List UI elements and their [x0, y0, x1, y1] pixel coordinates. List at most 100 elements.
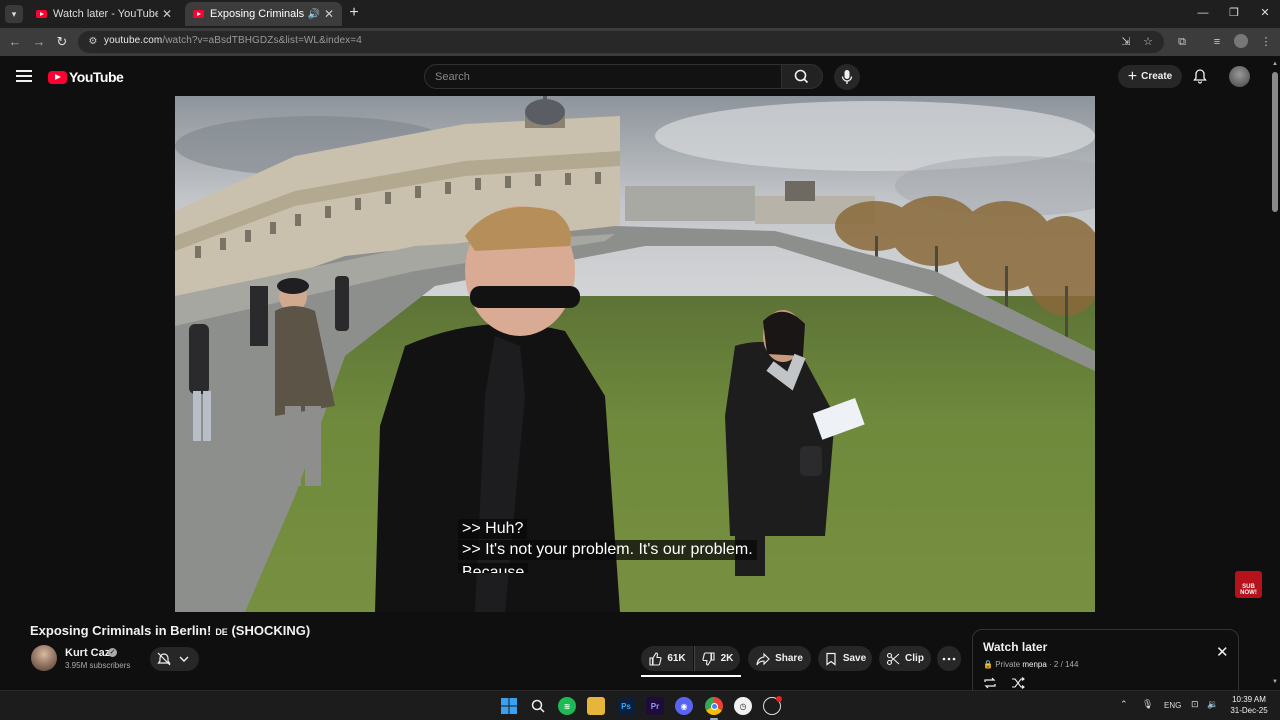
save-label: Save: [842, 653, 867, 664]
notification-dot: [776, 696, 782, 702]
microphone-tray-icon[interactable]: 🎙: [1142, 699, 1153, 710]
share-label: Share: [775, 653, 803, 664]
scroll-up-icon[interactable]: ▲: [1272, 61, 1278, 67]
verified-check-icon: ✓: [108, 648, 117, 657]
scrollbar-thumb[interactable]: [1272, 72, 1278, 212]
subscriber-count: 3.95M subscribers: [65, 661, 131, 670]
loop-icon[interactable]: [983, 677, 997, 689]
browser-tab-strip: ▾ Watch later - YouTube ✕ Exposing Crimi…: [0, 0, 1280, 28]
close-window-button[interactable]: ✕: [1250, 4, 1280, 22]
save-button[interactable]: Save: [818, 646, 872, 671]
dislike-button[interactable]: 2K: [694, 646, 740, 671]
bookmark-star-icon[interactable]: ☆: [1141, 35, 1155, 49]
create-button[interactable]: + Create: [1118, 65, 1182, 88]
guide-menu-icon[interactable]: [16, 70, 32, 82]
extensions-icon[interactable]: ⧉: [1174, 34, 1190, 50]
thumbs-up-icon: [649, 651, 662, 666]
chrome-icon[interactable]: [705, 697, 723, 715]
more-horizontal-icon: [942, 657, 956, 660]
video-player[interactable]: >> Huh? >> It's not your problem. It's o…: [175, 96, 1095, 612]
discord-icon[interactable]: ◉: [675, 697, 693, 715]
plus-icon: +: [1127, 67, 1138, 85]
clock-time: 10:39 AM: [1232, 695, 1266, 704]
youtube-logo[interactable]: YouTube: [48, 69, 124, 85]
playlist-title[interactable]: Watch later: [983, 640, 1047, 654]
playlist-position: 2 / 144: [1053, 660, 1079, 669]
spotify-icon[interactable]: ≋: [558, 697, 576, 715]
install-app-icon[interactable]: ⇲: [1119, 35, 1133, 49]
channel-avatar[interactable]: [31, 645, 57, 671]
volume-icon[interactable]: 🔉: [1207, 699, 1218, 710]
playlist-panel: Watch later 🔒 Private menpa · 2 / 144 ✕: [972, 629, 1239, 691]
voice-search-button[interactable]: [834, 64, 860, 90]
shuffle-icon[interactable]: [1011, 677, 1025, 689]
browser-menu-icon[interactable]: ⋮: [1258, 34, 1274, 50]
caption-line: >> Huh?: [458, 519, 528, 539]
title-flag: DE: [215, 627, 228, 637]
clip-button[interactable]: Clip: [879, 646, 931, 671]
audio-playing-icon[interactable]: 🔊: [307, 9, 319, 20]
search-input[interactable]: [435, 68, 765, 86]
page-scrollbar[interactable]: ▲ ▼: [1270, 60, 1280, 690]
share-button[interactable]: Share: [748, 646, 811, 671]
lock-icon: 🔒: [983, 660, 993, 669]
browser-toolbar: ← → ↻ ⚙ youtube.com/watch?v=aBsdTBHGDZs&…: [0, 28, 1280, 56]
search-button[interactable]: [781, 64, 823, 89]
search-icon: [794, 69, 809, 84]
close-tab-icon[interactable]: ✕: [162, 7, 172, 21]
clock-date: 31-Dec-25: [1230, 706, 1268, 715]
address-bar[interactable]: ⚙ youtube.com/watch?v=aBsdTBHGDZs&list=W…: [78, 31, 1164, 53]
system-clock[interactable]: 10:39 AM 31-Dec-25: [1224, 694, 1274, 716]
scroll-down-icon[interactable]: ▼: [1272, 679, 1278, 685]
forward-button[interactable]: →: [30, 33, 48, 51]
back-button[interactable]: ←: [6, 33, 24, 51]
photoshop-icon[interactable]: Ps: [617, 697, 635, 715]
input-language[interactable]: ENG: [1164, 701, 1181, 710]
video-captions: >> Huh? >> It's not your problem. It's o…: [458, 519, 798, 579]
video-title: Exposing Criminals in Berlin! DE (SHOCKIN…: [30, 623, 311, 638]
clip-label: Clip: [905, 653, 924, 664]
clock-app-icon[interactable]: ◷: [734, 697, 752, 715]
microphone-icon: [841, 70, 853, 84]
network-icon[interactable]: ⊡: [1191, 699, 1199, 710]
close-tab-icon[interactable]: ✕: [324, 7, 334, 21]
show-hidden-icons-icon[interactable]: ⌃: [1120, 699, 1128, 710]
url-text: youtube.com/watch?v=aBsdTBHGDZs&list=WL&…: [104, 35, 362, 46]
close-playlist-icon[interactable]: ✕: [1216, 645, 1229, 660]
minimize-button[interactable]: —: [1188, 4, 1218, 22]
search-box: [424, 64, 782, 89]
tab-exposing-criminals[interactable]: Exposing Criminals in Berlin 🔊 ✕: [185, 2, 342, 26]
youtube-masthead: YouTube + Create: [0, 56, 1280, 96]
caption-line: Because: [458, 563, 529, 573]
reload-button[interactable]: ↻: [53, 33, 71, 51]
tab-watch-later[interactable]: Watch later - YouTube ✕: [28, 2, 180, 26]
channel-name[interactable]: Kurt Caz: [65, 647, 110, 659]
windows-start-icon[interactable]: [500, 697, 518, 715]
dislike-count: 2K: [720, 653, 734, 664]
browser-profile-avatar[interactable]: [1234, 34, 1248, 48]
playlist-meta: 🔒 Private menpa · 2 / 144: [983, 660, 1079, 669]
youtube-logo-text: YouTube: [69, 69, 124, 85]
scissors-icon: [886, 652, 900, 665]
taskbar-search-icon[interactable]: [529, 697, 547, 715]
notifications-bell-icon[interactable]: [1192, 68, 1208, 84]
like-ratio-bar: [641, 675, 741, 677]
more-actions-button[interactable]: [937, 646, 961, 671]
create-label: Create: [1141, 71, 1173, 82]
site-info-icon[interactable]: ⚙: [86, 35, 100, 49]
youtube-favicon-icon: [36, 10, 47, 18]
thumbs-down-icon: [702, 651, 715, 666]
media-controls-icon[interactable]: ≡: [1209, 34, 1225, 50]
tab-title: Watch later - YouTube: [53, 8, 158, 20]
bookmark-icon: [826, 652, 836, 666]
like-button[interactable]: 61K: [641, 646, 693, 671]
restore-button[interactable]: ❐: [1219, 4, 1249, 22]
playlist-owner: menpa: [1022, 660, 1047, 669]
subscribe-watermark-badge[interactable]: SUB NOW!: [1235, 571, 1262, 598]
notification-settings-button[interactable]: [150, 647, 199, 671]
account-avatar[interactable]: [1229, 66, 1250, 87]
premiere-pro-icon[interactable]: Pr: [646, 697, 664, 715]
file-explorer-icon[interactable]: [587, 697, 605, 715]
new-tab-button[interactable]: +: [345, 4, 363, 22]
tab-search-button[interactable]: ▾: [5, 5, 23, 23]
